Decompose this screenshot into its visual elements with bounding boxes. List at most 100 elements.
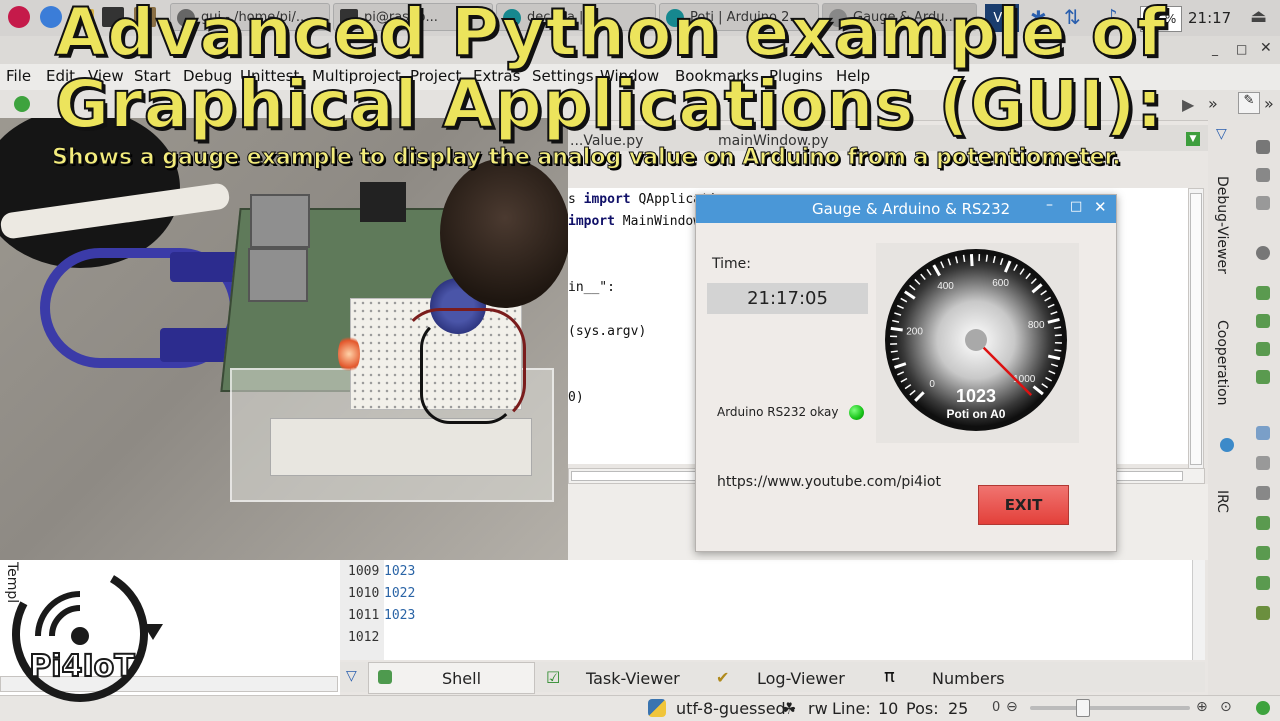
time-label: Time: (712, 256, 751, 272)
tool-icon[interactable] (1256, 486, 1270, 500)
right-sidebar: ▽ Debug-Viewer Cooperation IRC (1208, 120, 1280, 695)
zoom-reset-icon[interactable]: ⊙ (1220, 699, 1232, 715)
gauge-tick (1054, 327, 1061, 328)
tab-debug-viewer[interactable]: Debug-Viewer (1214, 176, 1230, 274)
tool-icon[interactable] (1256, 342, 1270, 356)
code-line: import MainWindow (568, 214, 701, 229)
gauge-tick (964, 255, 965, 262)
filter-icon[interactable]: ▽ (1216, 126, 1227, 142)
python-icon (648, 699, 666, 717)
hand (440, 158, 568, 308)
editor-vertical-scrollbar[interactable] (1188, 188, 1204, 470)
tool-icon[interactable] (1256, 314, 1270, 328)
status-line-label: Line: (832, 699, 871, 718)
tab-dropdown-icon[interactable]: ▼ (1186, 132, 1200, 146)
linux-icon: ☘ (782, 699, 796, 718)
gauge-tick-label: 0 (929, 379, 935, 390)
minimize-icon[interactable]: _ (1212, 42, 1218, 56)
gauge-tick (971, 254, 972, 266)
menu-file[interactable]: File (6, 67, 31, 85)
tool-icon[interactable] (1256, 168, 1270, 182)
tool-icon[interactable] (1256, 426, 1270, 440)
step-icon[interactable]: ▶ (1182, 95, 1194, 114)
status-line: 10 (878, 699, 898, 718)
close-icon[interactable]: ✕ (1094, 198, 1107, 216)
zoom-slider-handle[interactable] (1076, 699, 1090, 717)
more-icon-2[interactable]: » (1264, 94, 1274, 113)
pi4iot-logo: Pi4IoT (8, 566, 168, 716)
close-icon[interactable]: ✕ (1260, 40, 1272, 56)
status-mode: rw (808, 699, 828, 718)
status-pos: 25 (948, 699, 968, 718)
tool-icon[interactable] (1256, 606, 1270, 620)
new-file-icon[interactable] (14, 96, 30, 112)
shell-line: 1023 (384, 564, 415, 579)
task-viewer-icon[interactable]: ☑ (546, 668, 560, 687)
more-icon[interactable]: » (1208, 94, 1218, 113)
line-number: 1011 (348, 608, 379, 623)
pi4iot-logo-graphic: Pi4IoT (8, 566, 168, 716)
shell-line: 1023 (384, 608, 415, 623)
tool-icon[interactable] (1256, 140, 1270, 154)
pen-icon[interactable]: ✎ (1238, 92, 1260, 114)
wire (420, 318, 516, 424)
tab-shell-label: Shell (442, 664, 481, 692)
shell-output[interactable] (340, 560, 1205, 660)
bottom-filter-icon[interactable]: ▽ (346, 668, 357, 684)
zoom-in-icon[interactable]: ⊕ (1196, 699, 1208, 715)
tool-icon[interactable] (1256, 370, 1270, 384)
scrollbar-thumb[interactable] (1190, 193, 1202, 465)
gauge-window: Gauge & Arduino & RS232 – □ ✕ Time: 21:1… (695, 194, 1117, 552)
zoom-slider[interactable] (1030, 706, 1190, 710)
shell-scrollbar[interactable] (1192, 560, 1205, 660)
gauge-tick-label: 800 (1028, 320, 1045, 331)
youtube-url[interactable]: https://www.youtube.com/pi4iot (717, 474, 941, 490)
code-line: 0) (568, 390, 584, 405)
eject-icon[interactable]: ⏏ (1250, 6, 1267, 27)
exit-button[interactable]: EXIT (978, 485, 1069, 525)
zoom-out-icon[interactable]: ⊖ (1006, 699, 1018, 715)
line-number: 1010 (348, 586, 379, 601)
pi-icon[interactable]: π (884, 666, 895, 687)
settings-icon[interactable] (1256, 246, 1270, 260)
gauge-tick (891, 351, 898, 352)
tool-icon[interactable] (1256, 516, 1270, 530)
log-viewer-icon[interactable]: ✔ (716, 668, 729, 687)
tab-numbers[interactable]: Numbers (932, 664, 1005, 692)
tool-icon[interactable] (1256, 576, 1270, 590)
gauge-hub (965, 329, 987, 351)
line-number: 1009 (348, 564, 379, 579)
tab-irc[interactable]: IRC (1214, 490, 1230, 513)
tab-log-viewer[interactable]: Log-Viewer (757, 664, 845, 692)
tool-icon[interactable] (1256, 456, 1270, 470)
gauge: 02004006008001000 1023 Poti on A0 (876, 243, 1079, 443)
tool-icon[interactable] (1256, 546, 1270, 560)
tab-task-viewer[interactable]: Task-Viewer (586, 664, 680, 692)
gauge-tick (1054, 350, 1061, 351)
tool-icon[interactable] (1256, 286, 1270, 300)
gauge-window-title: Gauge & Arduino & RS232 (812, 200, 1010, 218)
globe-icon[interactable] (1220, 438, 1234, 452)
gauge-tick-label: 600 (992, 278, 1009, 289)
maximize-icon[interactable]: □ (1236, 42, 1247, 56)
usb-plug (170, 252, 240, 282)
status-label: Arduino RS232 okay (717, 405, 838, 419)
minimize-icon[interactable]: – (1046, 197, 1053, 213)
raspberry-menu-icon[interactable] (8, 6, 30, 28)
tab-cooperation[interactable]: Cooperation (1214, 320, 1230, 406)
time-display: 21:17:05 (707, 283, 868, 314)
arduino-board (270, 418, 532, 476)
code-line: in__": (568, 280, 615, 295)
hdmi-port (360, 182, 406, 222)
gauge-tick-label: 200 (906, 327, 923, 338)
status-warning-icon[interactable] (1256, 701, 1270, 715)
shell-icon (378, 670, 392, 684)
tool-icon[interactable] (1256, 196, 1270, 210)
overlay-title-line1: Advanced Python example of (55, 0, 1167, 71)
gauge-value: 1023 (956, 386, 996, 406)
code-line: (sys.argv) (568, 324, 646, 339)
maximize-icon[interactable]: □ (1070, 199, 1082, 214)
gauge-caption: Poti on A0 (947, 407, 1006, 421)
overlay-title-line2: Graphical Applications (GUI): (55, 66, 1164, 143)
gauge-window-titlebar[interactable]: Gauge & Arduino & RS232 – □ ✕ (696, 195, 1116, 223)
